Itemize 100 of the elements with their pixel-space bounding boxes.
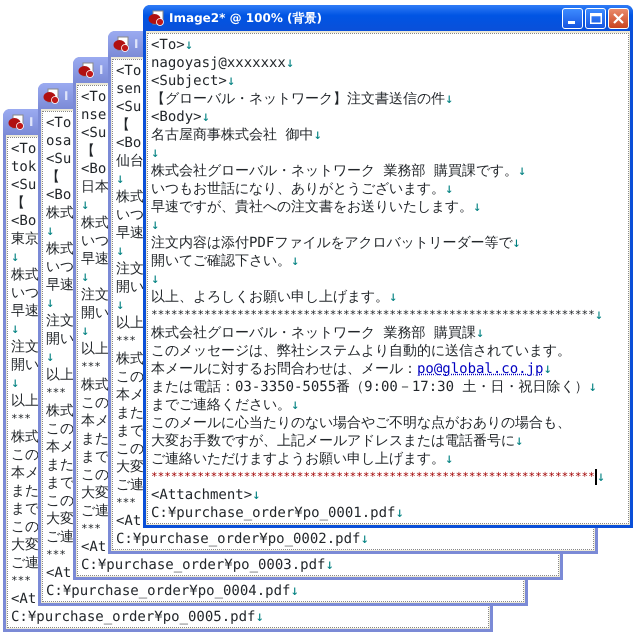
text-line: ***: [81, 521, 101, 537]
text-line: 開い: [11, 356, 39, 374]
line-break-mark: ↓: [445, 90, 454, 108]
line-break-mark: ↓: [202, 108, 210, 126]
text-line: いつ: [116, 206, 144, 224]
line-break-mark: ↓: [151, 144, 160, 162]
text-line: <To: [81, 88, 106, 106]
line-break-mark: ↓: [290, 582, 299, 600]
text-line: 注文: [11, 338, 39, 356]
maximize-button[interactable]: [585, 8, 606, 28]
minimize-button[interactable]: [562, 8, 583, 28]
text-line: また: [11, 482, 39, 500]
text-line: 大変: [116, 458, 144, 476]
line-break-mark: ↓: [11, 320, 20, 338]
text-line: <Su: [11, 176, 36, 194]
text-line: 【: [116, 116, 130, 134]
text-line: または電話：03-3350-5055番（9:00－17:30 土・日・祝日除く）: [151, 378, 588, 396]
line-break-mark: ↓: [151, 216, 160, 234]
line-break-mark: ↓: [116, 296, 124, 314]
text-line: tok: [11, 158, 36, 176]
line-break-mark: ↓: [543, 360, 552, 378]
line-break-mark: ↓: [81, 196, 90, 214]
text-line: 【: [81, 142, 95, 160]
text-line: 日本: [81, 178, 109, 196]
text-line: この: [46, 492, 74, 510]
text-line: 株式: [81, 214, 109, 232]
text-line: ご連: [11, 554, 39, 572]
text-line: nagoyasj@xxxxxxx: [151, 54, 286, 72]
line-break-mark: ↓: [313, 126, 322, 144]
app-icon: [43, 88, 59, 104]
text-line: 株式: [81, 376, 109, 394]
line-break-mark: ↓: [116, 242, 124, 260]
text-line: ご連絡いただけますようお願い申し上げます。: [151, 450, 445, 468]
close-icon: [613, 12, 624, 24]
text-line: <To>: [151, 36, 185, 54]
text-line: 株式: [11, 266, 39, 284]
text-line: C:¥purchase_order¥po_0002.pdf: [116, 530, 360, 548]
line-break-mark: ↓: [473, 198, 482, 216]
text-line: *******************************************************************: [151, 307, 595, 323]
line-break-mark: ↓: [81, 268, 90, 286]
text-line: C:¥purchase_order¥po_0005.pdf: [11, 608, 256, 626]
app-icon: [148, 10, 164, 26]
text-line: 以上: [46, 366, 74, 384]
text-line: ***: [11, 573, 31, 589]
text-line: <Subject>: [151, 72, 227, 90]
text-line: C:¥purchase_order¥po_0004.pdf: [46, 582, 290, 600]
text-line: 本メールに対するお問合わせは、メール：po@global.co.jp: [151, 360, 544, 378]
text-line: 株式: [46, 402, 74, 420]
text-line: 以上: [81, 340, 109, 358]
close-button[interactable]: [608, 8, 629, 28]
text-line: ***: [81, 359, 101, 375]
line-break-mark: ↓: [151, 270, 160, 288]
line-break-mark: ↓: [518, 162, 526, 180]
text-line: osa: [46, 132, 72, 150]
text-line: 注文内容は添付PDFファイルをアクロバットリーダー等で: [151, 234, 512, 252]
line-break-mark: ↓: [116, 170, 124, 188]
text-line: 大変お手数ですが、上記メールアドレスまたは電話番号に: [151, 432, 515, 450]
text-line: 株式: [46, 240, 74, 258]
text-line: 注文: [116, 260, 144, 278]
text-line: 開い: [46, 330, 74, 348]
text-line: <At: [81, 538, 106, 556]
text-line: この: [11, 518, 39, 536]
email-link[interactable]: po@global.co.jp: [417, 361, 544, 377]
text-line: まで: [116, 422, 144, 440]
text-line: <To: [116, 62, 142, 80]
text-line: <Bo: [11, 212, 36, 230]
text-line: 早速ですが、貴社への注文書をお送りいたします。: [151, 198, 473, 216]
line-break-mark: ↓: [445, 450, 454, 468]
text-line: この: [11, 446, 39, 464]
line-break-mark: ↓: [226, 72, 236, 90]
line-break-mark: ↓: [11, 374, 20, 392]
text-line: までご連絡ください。: [151, 396, 291, 414]
app-icon: [8, 114, 24, 130]
text-line: まで: [81, 448, 109, 466]
text-line: ご連: [116, 476, 144, 494]
text-line: *******************************************************************: [151, 469, 595, 485]
text-line: ご連: [81, 502, 109, 520]
line-break-mark: ↓: [291, 396, 300, 414]
text-line: この: [46, 420, 74, 438]
text-line: 早速: [11, 302, 39, 320]
text-line: 株式: [116, 350, 144, 368]
window-title: I: [99, 62, 104, 79]
text-line: 以上、よろしくお願い申し上げます。: [151, 288, 389, 306]
window-title: Image2* @ 100% (背景): [169, 10, 322, 27]
line-break-mark: ↓: [252, 486, 261, 504]
text-line: <At: [116, 512, 142, 530]
line-break-mark: ↓: [395, 504, 404, 522]
text-line: 以上: [116, 314, 144, 332]
window-title: I: [134, 36, 138, 53]
text-line: <Bo: [46, 186, 72, 204]
line-break-mark: ↓: [596, 468, 606, 486]
line-break-mark: ↓: [81, 322, 90, 340]
text-line: C:¥purchase_order¥po_0003.pdf: [81, 556, 326, 574]
text-line: sen: [116, 80, 142, 98]
text-line: この: [116, 368, 144, 386]
app-icon: [113, 36, 129, 52]
line-break-mark: ↓: [389, 288, 398, 306]
text-line: <To: [11, 140, 36, 158]
text-line: 開い: [81, 304, 109, 322]
text-line: <Su: [81, 124, 106, 142]
